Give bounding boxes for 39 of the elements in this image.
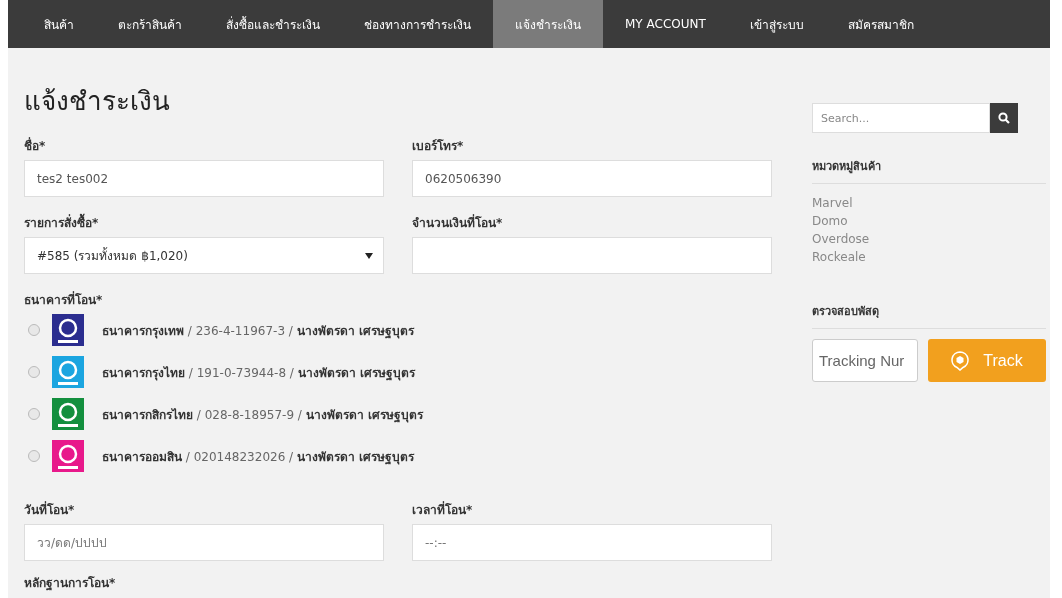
radio-button[interactable]	[28, 450, 40, 462]
search-field[interactable]: Search...	[812, 103, 990, 133]
amount-field[interactable]	[412, 237, 772, 274]
name-field[interactable]: tes2 tes002	[24, 160, 384, 197]
field-label: เวลาที่โอน*	[412, 502, 474, 518]
radio-button[interactable]	[28, 324, 40, 336]
nav-tab[interactable]: สั่งซื้อและชำระเงิน	[204, 0, 342, 48]
bank-account-text: ธนาคารกรุงเทพ / 236-4-11967-3 / นางพัตรดา เศรษฐบุตร	[102, 322, 414, 340]
nav-tab[interactable]: ช่องทางการชำระเงิน	[342, 0, 493, 48]
bank-account-text: ธนาคารกรุงไทย / 191-0-73944-8 / นางพัตรดา เศรษฐบุตร	[102, 364, 415, 382]
bank-account-text: ธนาคารกสิกรไทย / 028-8-18957-9 / นางพัตรดา เศรษฐบุตร	[102, 406, 423, 424]
box-pin-icon	[951, 350, 970, 371]
field-label: หลักฐานการโอน*	[24, 575, 117, 591]
search-button[interactable]	[990, 103, 1018, 133]
radio-button[interactable]	[28, 408, 40, 420]
date-field[interactable]: วว/ดด/ปปปป	[24, 524, 384, 561]
field-label: ธนาคารที่โอน*	[24, 292, 104, 308]
caret-icon	[365, 252, 373, 259]
nav-tab[interactable]: MY ACCOUNT	[603, 0, 728, 48]
nav-tab[interactable]: สมัครสมาชิก	[825, 0, 936, 48]
nav-tab[interactable]: ตะกร้าสินค้า	[96, 0, 204, 48]
field-label: จำนวนเงินที่โอน*	[412, 215, 504, 231]
nav-tab[interactable]: เข้าสู่ระบบ	[727, 0, 826, 48]
field-label: รายการสั่งซื้อ*	[24, 215, 384, 231]
radio-button[interactable]	[28, 366, 40, 378]
sidebar-heading: ตรวจสอบพัสดุ	[812, 302, 1046, 329]
time-field[interactable]: --:--	[412, 524, 772, 561]
search-icon	[998, 112, 1010, 124]
nav-tab[interactable]: แจ้งชำระเงิน	[493, 0, 603, 48]
field-label: วันที่โอน*	[24, 502, 76, 518]
phone-field[interactable]: 0620506390	[412, 160, 772, 197]
tracking-field[interactable]: Tracking Nur	[812, 339, 918, 382]
bank-account-text: ธนาคารออมสิน / 020148232026 / นางพัตรดา เศรษฐบุตร	[102, 448, 415, 466]
page-title: แจ้งชำระเงิน	[24, 85, 171, 118]
field-label: ชื่อ*	[24, 138, 47, 154]
field-label: เบอร์โทร*	[412, 138, 465, 154]
nav-tab[interactable]: สินค้า	[22, 0, 96, 48]
sidebar-heading: หมวดหมู่สินค้า	[812, 157, 1046, 184]
order-select[interactable]: #585 (รวมทั้งหมด ฿1,020)	[24, 237, 384, 274]
